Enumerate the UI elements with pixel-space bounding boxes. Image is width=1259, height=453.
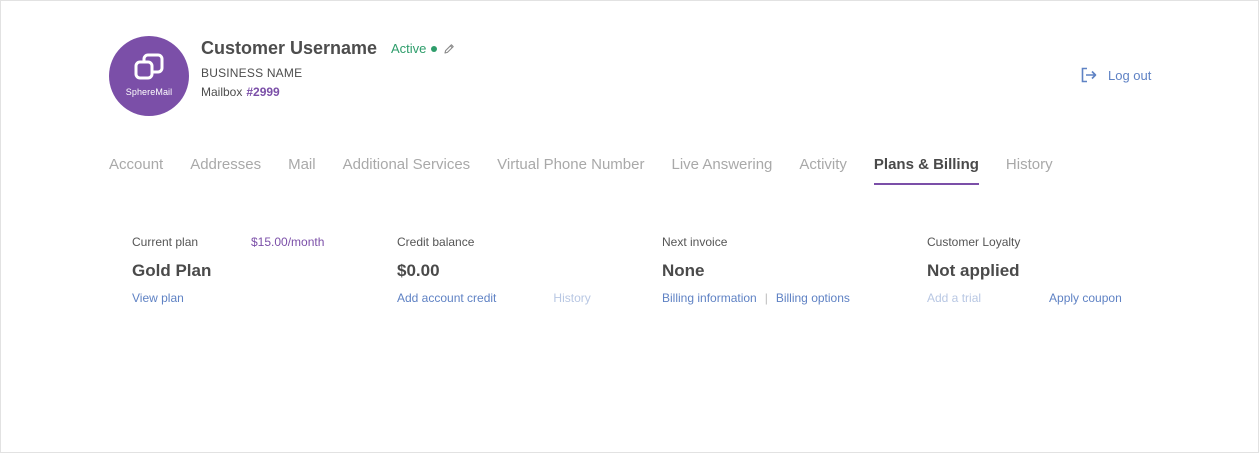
logout-label: Log out (1108, 67, 1152, 83)
apply-coupon-link[interactable]: Apply coupon (1049, 291, 1122, 305)
add-account-credit-link[interactable]: Add account credit (397, 291, 496, 305)
tab-mail[interactable]: Mail (288, 156, 316, 185)
tab-additional-services[interactable]: Additional Services (343, 156, 471, 185)
credit-balance-label: Credit balance (397, 235, 475, 249)
tab-activity[interactable]: Activity (799, 156, 847, 185)
status-badge: Active (391, 41, 455, 56)
billing-information-link[interactable]: Billing information (662, 291, 757, 305)
add-trial-link[interactable]: Add a trial (927, 291, 981, 305)
customer-username: Customer Username (201, 38, 378, 58)
current-plan-label: Current plan (132, 235, 199, 249)
tab-bar: Account Addresses Mail Additional Servic… (109, 156, 1080, 185)
next-invoice-value: None (662, 261, 705, 280)
avatar: SphereMail (109, 36, 189, 116)
tab-virtual-phone-number[interactable]: Virtual Phone Number (497, 156, 644, 185)
tab-plans-billing[interactable]: Plans & Billing (873, 156, 979, 185)
mailbox-number: #2999 (246, 85, 280, 99)
credit-balance-value: $0.00 (397, 261, 440, 280)
tab-history[interactable]: History (1006, 156, 1053, 185)
mailbox-label: Mailbox (201, 85, 243, 99)
customer-loyalty-value: Not applied (927, 261, 1020, 280)
tab-addresses[interactable]: Addresses (190, 156, 261, 185)
status-label: Active (391, 41, 427, 56)
next-invoice-card: Next invoice None Billing information | … (662, 235, 892, 305)
logout-icon (1081, 67, 1097, 83)
credit-history-link[interactable]: History (553, 291, 590, 305)
link-separator: | (764, 291, 768, 305)
spheremail-logo-icon (134, 53, 164, 80)
credit-balance-card: Credit balance $0.00 Add account credit … (397, 235, 627, 305)
tab-account[interactable]: Account (109, 156, 163, 185)
plan-price: $15.00/month (251, 235, 325, 249)
pencil-icon[interactable] (443, 43, 455, 55)
customer-loyalty-label: Customer Loyalty (927, 235, 1021, 249)
business-name: BUSINESS NAME (201, 66, 303, 80)
status-dot-icon (431, 45, 438, 52)
plan-name: Gold Plan (132, 261, 212, 280)
logout-button[interactable]: Log out (1080, 66, 1151, 84)
page-frame (0, 0, 1259, 453)
billing-options-link[interactable]: Billing options (776, 291, 850, 305)
mailbox-info: Mailbox #2999 (201, 85, 280, 99)
customer-loyalty-card: Customer Loyalty Not applied Add a trial… (927, 235, 1147, 305)
view-plan-link[interactable]: View plan (132, 291, 184, 305)
next-invoice-label: Next invoice (662, 235, 728, 249)
current-plan-card: Current plan $15.00/month Gold Plan View… (132, 235, 362, 305)
avatar-brand-text: SphereMail (125, 87, 173, 97)
tab-live-answering[interactable]: Live Answering (671, 156, 772, 185)
